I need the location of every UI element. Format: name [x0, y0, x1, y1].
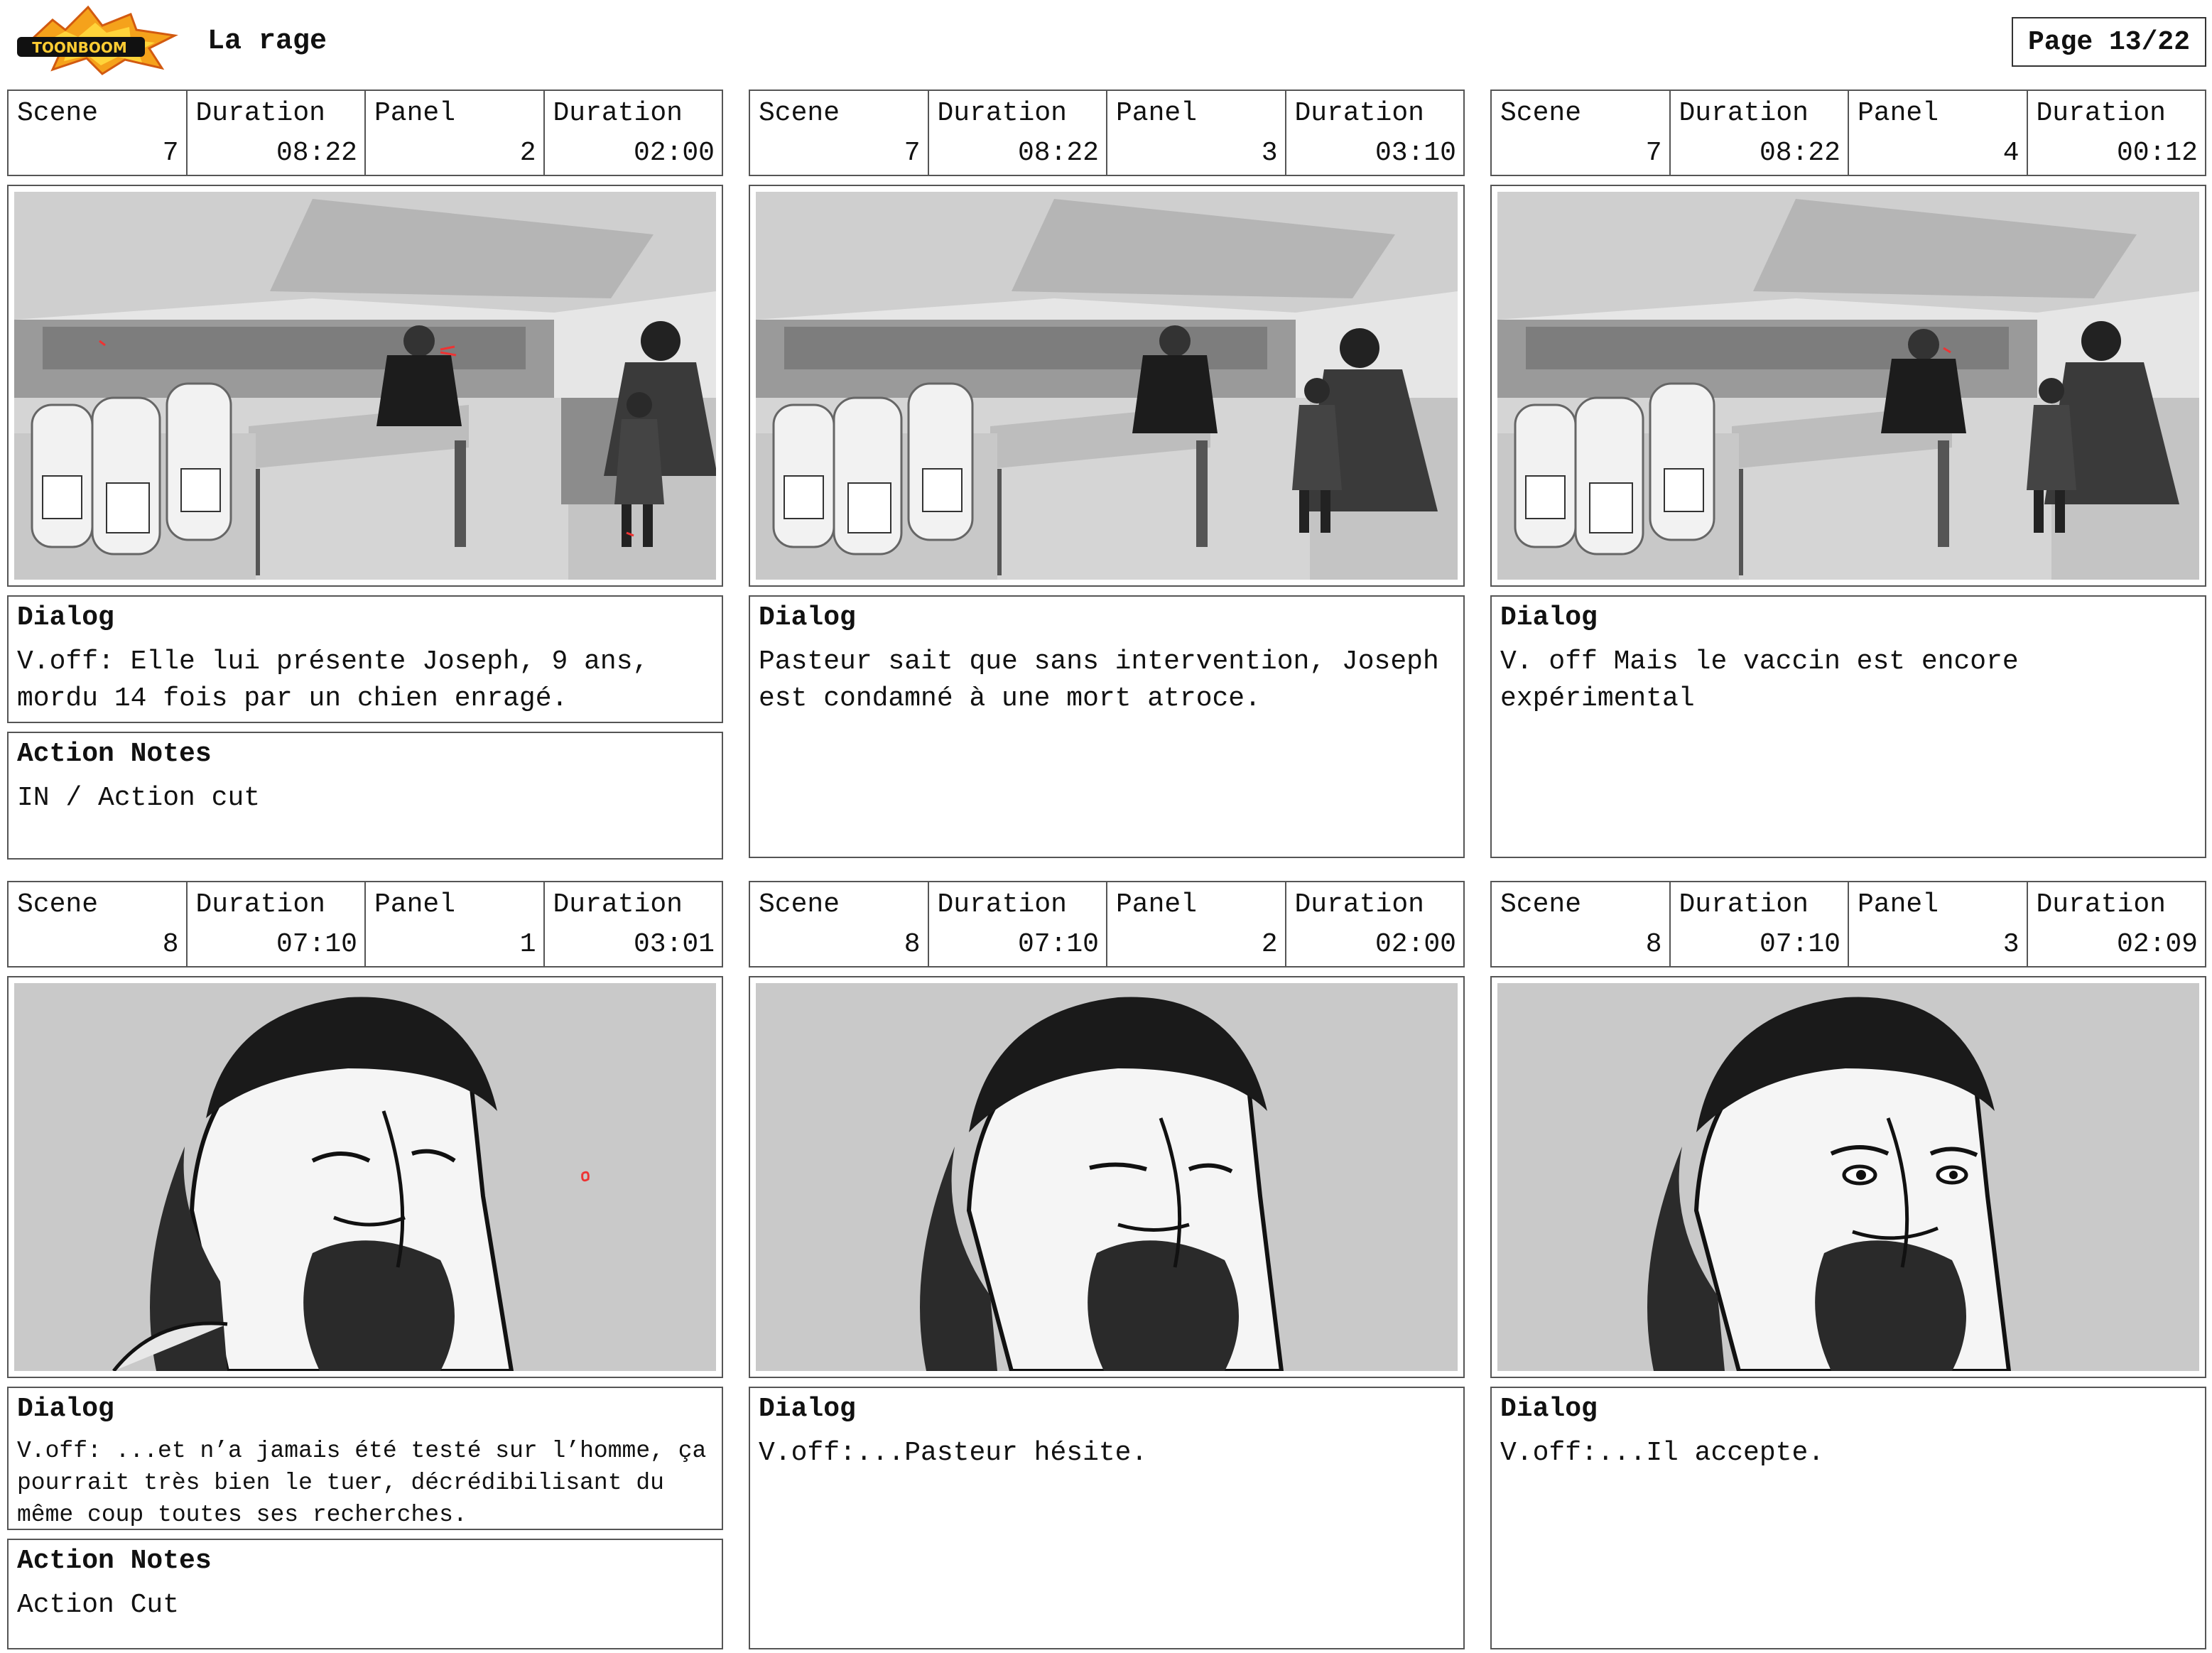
panel-duration-label: Duration: [553, 889, 683, 920]
scene-duration: 07:10: [1759, 929, 1840, 960]
panel-image: [1490, 976, 2206, 1378]
action-notes-text: IN / Action cut: [17, 783, 261, 813]
panel-header: Scene 7 Duration 08:22 Panel 4 Duration 00:1…: [1490, 90, 2206, 176]
scene-duration-label: Duration: [195, 889, 325, 920]
dialog-box: Dialog Pasteur sait que sans interventio…: [749, 595, 1465, 858]
dialog-box: Dialog V.off: ...et n’a jamais été testé…: [7, 1387, 723, 1530]
panel-duration: 03:01: [633, 929, 715, 960]
dialog-text: V.off:...Il accepte.: [1500, 1438, 1825, 1468]
panel-number: 3: [1261, 138, 1278, 168]
page-indicator: Page 13/22: [2012, 17, 2206, 67]
panel-image: [7, 185, 723, 587]
document-title: La rage: [207, 26, 327, 58]
scene-duration: 08:22: [276, 138, 357, 168]
scene-label: Scene: [17, 98, 99, 129]
panel-duration-label: Duration: [1294, 98, 1424, 129]
dialog-text: V. off Mais le vaccin est encore expérim…: [1500, 646, 2035, 714]
svg-text:TOONBOOM: TOONBOOM: [32, 39, 127, 56]
scene-duration-label: Duration: [1679, 98, 1809, 129]
scene-number: 8: [904, 929, 921, 960]
action-notes-text: Action Cut: [17, 1590, 180, 1620]
panel-duration: 02:00: [633, 138, 715, 168]
scene-number: 7: [904, 138, 921, 168]
laboratory-sketch: [756, 192, 1458, 580]
action-notes-label: Action Notes: [17, 1546, 212, 1576]
scene-duration: 08:22: [1759, 138, 1840, 168]
panel-label: Panel: [1858, 98, 1939, 129]
action-notes-box: Action Notes Action Cut: [7, 1539, 723, 1649]
scene-label: Scene: [1500, 889, 1582, 920]
laboratory-sketch: [14, 192, 716, 580]
dialog-box: Dialog V.off:...Pasteur hésite.: [749, 1387, 1465, 1649]
panel-label: Panel: [374, 98, 456, 129]
scene-label: Scene: [759, 98, 840, 129]
action-notes-label: Action Notes: [17, 739, 212, 769]
panel-number: 4: [2002, 138, 2019, 168]
dialog-box: Dialog V. off Mais le vaccin est encore …: [1490, 595, 2206, 858]
panel-header: Scene 7 Duration 08:22 Panel 2 Duration 02:0…: [7, 90, 723, 176]
panel-header: Scene 8 Duration 07:10 Panel 3 Duration 02:0…: [1490, 881, 2206, 968]
dialog-text: V.off:...Pasteur hésite.: [759, 1438, 1148, 1468]
pasteur-portrait-sketch: [14, 983, 716, 1371]
panel-duration: 00:12: [2116, 138, 2198, 168]
dialog-text: V.off: Elle lui présente Joseph, 9 ans, …: [17, 646, 666, 714]
dialog-label: Dialog: [1500, 602, 1598, 633]
panel-image: [749, 185, 1465, 587]
panel-number: 1: [519, 929, 536, 960]
dialog-box: Dialog V.off:...Il accepte.: [1490, 1387, 2206, 1649]
scene-label: Scene: [17, 889, 99, 920]
dialog-text: Pasteur sait que sans intervention, Jose…: [759, 646, 1455, 714]
dialog-label: Dialog: [759, 1394, 856, 1424]
panel-image: [7, 976, 723, 1378]
scene-number: 8: [162, 929, 179, 960]
scene-number: 7: [1645, 138, 1662, 168]
panel-duration-label: Duration: [1294, 889, 1424, 920]
dialog-label: Dialog: [17, 1394, 114, 1424]
panel-label: Panel: [1858, 889, 1939, 920]
panel-duration: 02:09: [2116, 929, 2198, 960]
toonboom-logo: TOONBOOM: [10, 4, 180, 75]
dialog-label: Dialog: [1500, 1394, 1598, 1424]
panel-image: [1490, 185, 2206, 587]
dialog-label: Dialog: [17, 602, 114, 633]
panel-duration-label: Duration: [2036, 889, 2166, 920]
panel-header: Scene 8 Duration 07:10 Panel 1 Duration 03:0…: [7, 881, 723, 968]
scene-label: Scene: [1500, 98, 1582, 129]
panel-duration: 03:10: [1375, 138, 1456, 168]
scene-label: Scene: [759, 889, 840, 920]
dialog-text: V.off: ...et n’a jamais été testé sur l’…: [17, 1438, 721, 1528]
scene-duration-label: Duration: [937, 889, 1067, 920]
laboratory-sketch: [1497, 192, 2199, 580]
scene-duration: 07:10: [1017, 929, 1099, 960]
panel-duration: 02:00: [1375, 929, 1456, 960]
panel-label: Panel: [1116, 889, 1198, 920]
panel-image: [749, 976, 1465, 1378]
scene-duration: 07:10: [276, 929, 357, 960]
scene-duration: 08:22: [1017, 138, 1099, 168]
scene-duration-label: Duration: [937, 98, 1067, 129]
pasteur-portrait-sketch: [756, 983, 1458, 1371]
panel-label: Panel: [1116, 98, 1198, 129]
dialog-label: Dialog: [759, 602, 856, 633]
panel-duration-label: Duration: [2036, 98, 2166, 129]
panel-header: Scene 8 Duration 07:10 Panel 2 Duration 02:0…: [749, 881, 1465, 968]
panel-duration-label: Duration: [553, 98, 683, 129]
panel-header: Scene 7 Duration 08:22 Panel 3 Duration 03:1…: [749, 90, 1465, 176]
scene-duration-label: Duration: [195, 98, 325, 129]
panel-number: 2: [1261, 929, 1278, 960]
panel-number: 2: [519, 138, 536, 168]
scene-duration-label: Duration: [1679, 889, 1809, 920]
pasteur-portrait-sketch: [1497, 983, 2199, 1371]
action-notes-box: Action Notes IN / Action cut: [7, 732, 723, 860]
scene-number: 7: [162, 138, 179, 168]
panel-number: 3: [2002, 929, 2019, 960]
panel-label: Panel: [374, 889, 456, 920]
dialog-box: Dialog V.off: Elle lui présente Joseph, …: [7, 595, 723, 723]
scene-number: 8: [1645, 929, 1662, 960]
